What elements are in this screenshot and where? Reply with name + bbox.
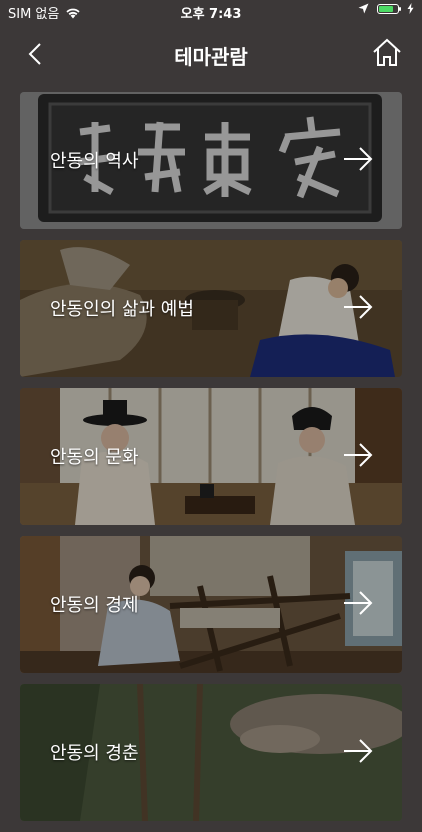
theme-list: 안동의 역사 안동인의 삶과 예법 안동의 문화 안동의 경제 안동의 경춘 (20, 92, 402, 832)
arrow-right-icon (344, 443, 373, 467)
arrow-right-icon (344, 591, 373, 615)
theme-card-economy[interactable]: 안동의 경제 (20, 536, 402, 673)
location-arrow-icon (358, 3, 369, 14)
arrow-right-icon (344, 147, 373, 171)
battery-level (379, 5, 394, 12)
arrow-right-icon (344, 295, 373, 319)
status-right (358, 3, 414, 14)
battery-icon (377, 3, 401, 14)
status-bar: SIM 없음 오후 7:43 (0, 0, 422, 22)
theme-label: 안동의 경제 (50, 595, 139, 616)
arrow-right-icon (344, 739, 373, 763)
theme-card-history[interactable]: 안동의 역사 (20, 92, 402, 229)
navigation-bar: 테마관람 (0, 22, 422, 86)
home-icon[interactable] (370, 36, 404, 70)
theme-card-life-etiquette[interactable]: 안동인의 삶과 예법 (20, 240, 402, 377)
page-title: 테마관람 (174, 45, 248, 69)
charging-bolt-icon (407, 3, 414, 14)
theme-label: 안동의 역사 (50, 151, 139, 172)
theme-label: 안동인의 삶과 예법 (50, 299, 194, 320)
theme-card-culture[interactable]: 안동의 문화 (20, 388, 402, 525)
theme-label: 안동의 문화 (50, 447, 139, 468)
theme-card-fifth[interactable]: 안동의 경춘 (20, 684, 402, 821)
theme-label: 안동의 경춘 (50, 743, 139, 764)
